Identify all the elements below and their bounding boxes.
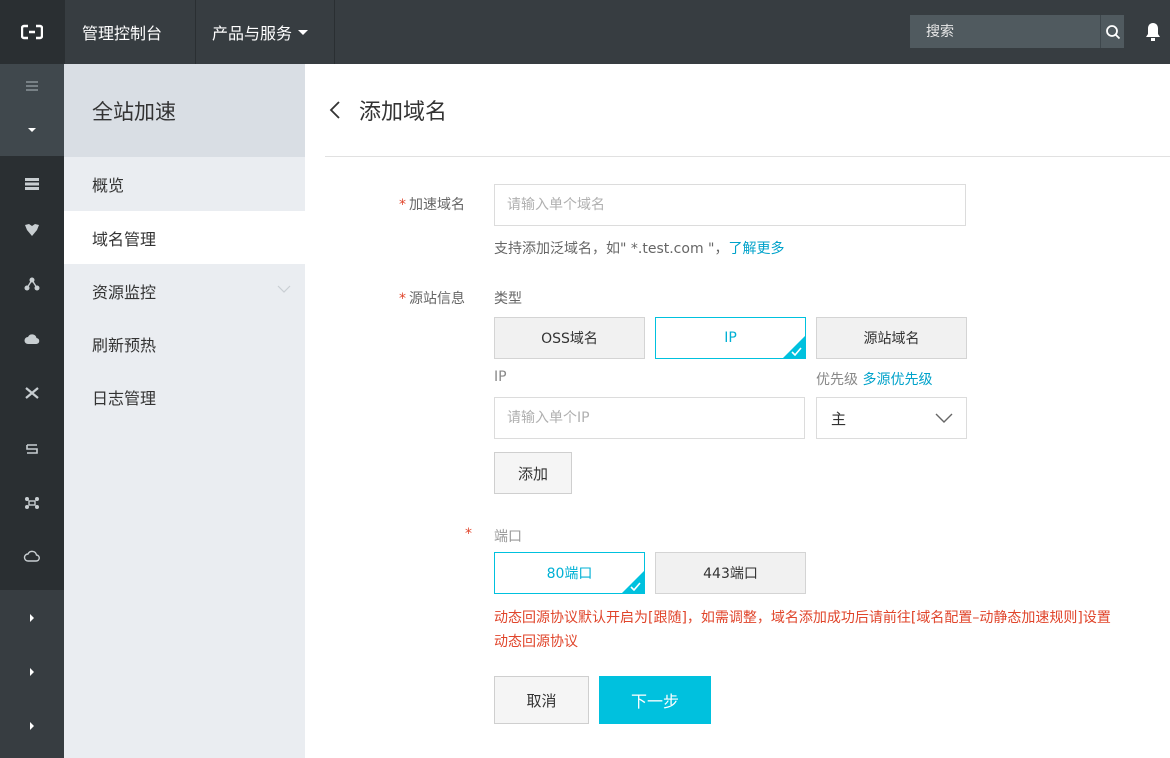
page-title: 添加域名 — [359, 100, 448, 125]
sidebar-item-domain-management[interactable]: 域名管理 — [64, 211, 305, 264]
divider — [64, 0, 65, 64]
cloud-icon[interactable] — [0, 319, 64, 359]
console-label: 管理控制台 — [82, 24, 163, 43]
origin-type-oss-button[interactable]: OSS域名 — [494, 317, 645, 359]
cancel-button[interactable]: 取消 — [494, 676, 589, 724]
sidebar-item-label: 日志管理 — [92, 388, 157, 408]
port-443-button[interactable]: 443端口 — [655, 552, 806, 594]
priority-select[interactable]: 主 — [816, 397, 967, 439]
sync-icon[interactable] — [0, 429, 64, 469]
cross-arrows-icon[interactable] — [0, 373, 64, 413]
sidebar-title: 全站加速 — [64, 64, 305, 157]
chevron-down-icon — [277, 285, 291, 293]
caret-down-icon — [298, 30, 309, 35]
products-menu[interactable]: 产品与服务 — [212, 0, 310, 64]
divider — [334, 0, 335, 64]
search-icon — [1105, 24, 1120, 39]
domain-input[interactable] — [494, 184, 966, 226]
bell-icon[interactable] — [1142, 20, 1164, 44]
top-bar: 管理控制台 产品与服务 — [0, 0, 1170, 64]
sidebar-item-label: 刷新预热 — [92, 335, 157, 355]
caret-right-icon[interactable] — [0, 598, 64, 638]
back-button[interactable] — [325, 93, 359, 127]
domain-label: * 加速域名 — [399, 197, 465, 213]
cloud-outline-icon[interactable] — [0, 536, 64, 576]
origin-label: * 源站信息 — [399, 291, 465, 307]
origin-type-domain-button[interactable]: 源站域名 — [816, 317, 967, 359]
required-mark: * — [399, 291, 406, 307]
sidebar-item-overview[interactable]: 概览 — [64, 157, 305, 210]
priority-label: 优先级 多源优先级 — [816, 372, 933, 388]
chevron-left-icon — [329, 101, 340, 119]
products-label: 产品与服务 — [212, 24, 293, 43]
multi-origin-priority-link[interactable]: 多源优先级 — [862, 372, 932, 388]
origin-type-label: 类型 — [494, 291, 522, 307]
caret-down-icon[interactable] — [0, 110, 64, 150]
origin-type-ip-button[interactable]: IP — [655, 317, 806, 359]
search-input[interactable] — [910, 15, 1100, 48]
sidebar-item-label: 资源监控 — [92, 282, 157, 302]
search-box — [910, 15, 1124, 48]
divider — [195, 0, 196, 64]
sidebar-item-resource-monitoring[interactable]: 资源监控 — [64, 264, 305, 317]
aliyun-logo-icon[interactable] — [0, 0, 64, 64]
server-icon[interactable] — [0, 164, 64, 204]
caret-right-icon[interactable] — [0, 652, 64, 692]
icon-rail — [0, 64, 64, 758]
priority-value: 主 — [831, 409, 847, 428]
sidebar-item-log-management[interactable]: 日志管理 — [64, 370, 305, 423]
required-mark: * — [399, 197, 406, 213]
learn-more-link[interactable]: 了解更多 — [728, 241, 784, 257]
console-link[interactable]: 管理控制台 — [82, 0, 162, 64]
protocol-warning: 动态回源协议默认开启为[跟随]，如需调整，域名添加成功后请前往[域名配置–动静态… — [494, 610, 1111, 650]
port-label: 端口 — [494, 529, 522, 545]
port-80-button[interactable]: 80端口 — [494, 552, 645, 594]
chevron-down-icon — [935, 413, 953, 423]
nodes-icon[interactable] — [0, 483, 64, 523]
port-required-mark: * — [465, 526, 472, 542]
product-sidebar: 全站加速 概览 域名管理 资源监控 刷新预热 日志管理 — [64, 64, 305, 758]
ip-input[interactable] — [494, 397, 805, 439]
shield-icon[interactable] — [0, 210, 64, 250]
main-content: 添加域名 *加速域名 支持添加泛域名，如" *.test.com "，了解更多 … — [305, 64, 1170, 758]
search-button[interactable] — [1100, 15, 1124, 48]
page-header: 添加域名 — [325, 64, 1170, 157]
domain-hint: 支持添加泛域名，如" *.test.com "，了解更多 — [494, 241, 785, 257]
network-icon[interactable] — [0, 264, 64, 304]
add-origin-button[interactable]: 添加 — [494, 452, 572, 494]
sidebar-item-refresh-preload[interactable]: 刷新预热 — [64, 317, 305, 370]
caret-right-icon[interactable] — [0, 706, 64, 746]
next-step-button[interactable]: 下一步 — [599, 676, 711, 724]
sidebar-item-label: 域名管理 — [92, 229, 157, 249]
menu-toggle-icon[interactable] — [0, 66, 64, 106]
ip-label: IP — [494, 369, 507, 385]
check-icon — [791, 347, 802, 356]
sidebar-item-label: 概览 — [92, 175, 125, 195]
check-icon — [630, 582, 641, 591]
